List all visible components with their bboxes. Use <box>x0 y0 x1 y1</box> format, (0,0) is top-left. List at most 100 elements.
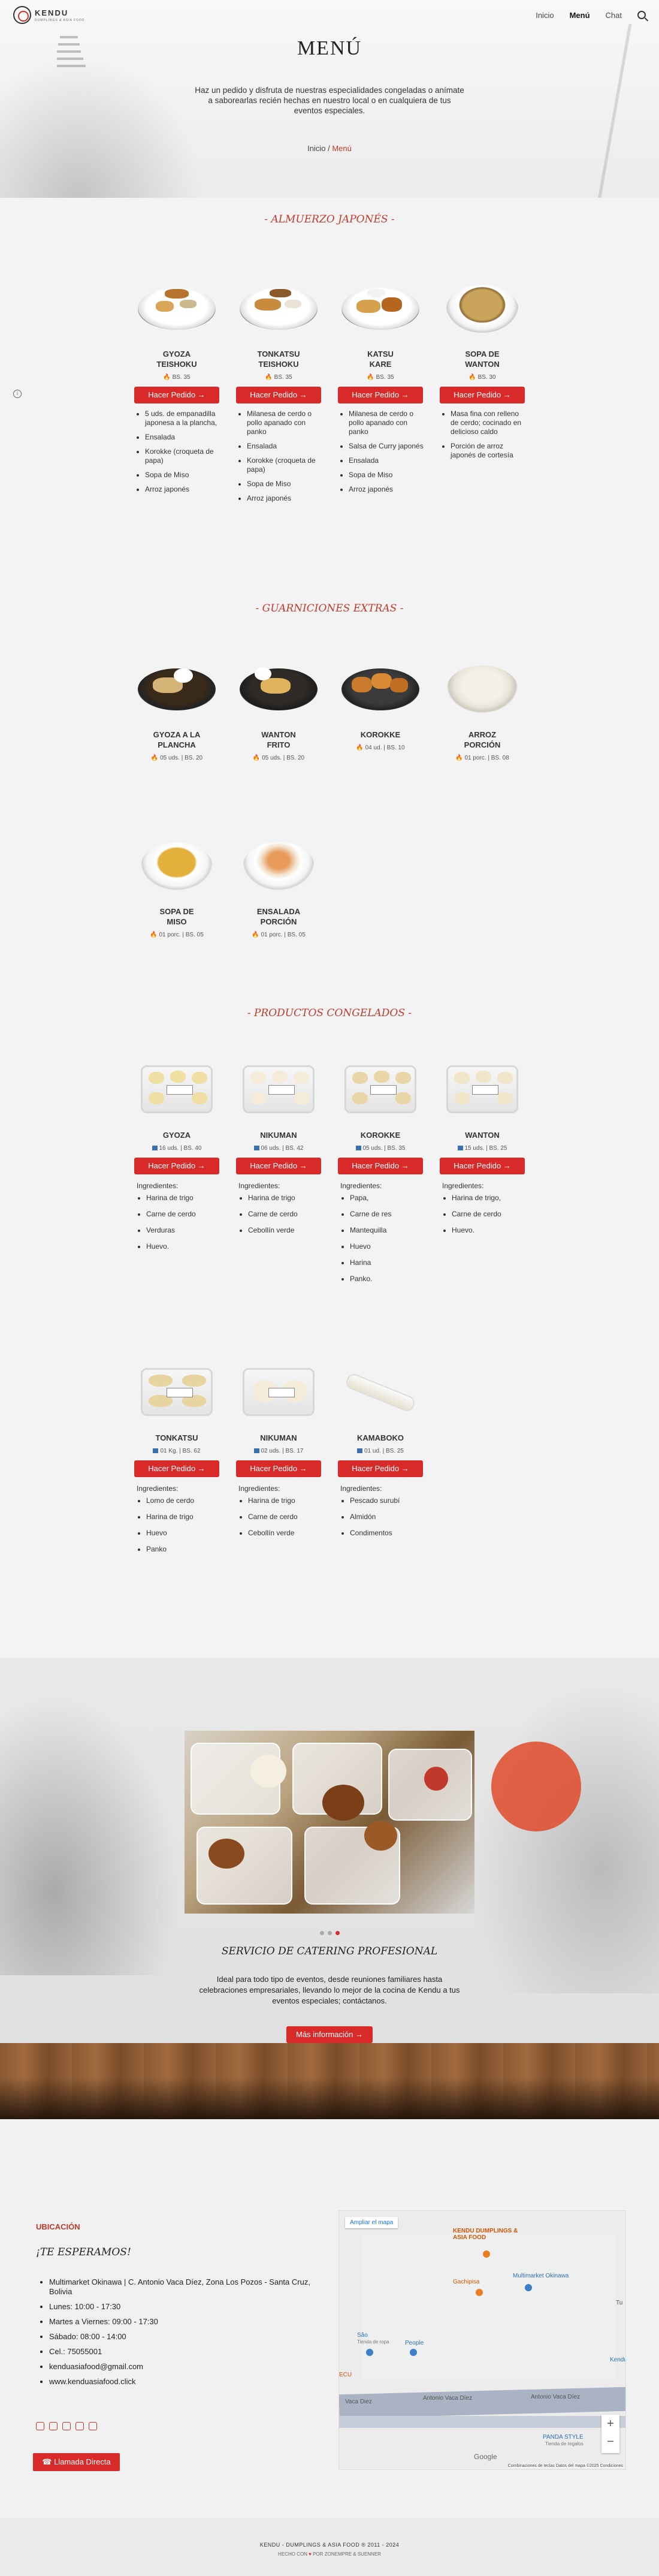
ingredients-list: Lomo de cerdo Harina de trigo Huevo Pank… <box>132 1496 222 1553</box>
order-button[interactable]: Hacer Pedido → <box>440 1158 525 1174</box>
dish-name-line2: TEISHOKU <box>258 360 299 369</box>
list-item: Ensalada <box>349 456 425 465</box>
map-road-label: Vaca Diez <box>345 2399 372 2405</box>
email-link[interactable]: kenduasiafood@gmail.com <box>49 2362 318 2372</box>
location-label: UBICACIÓN <box>36 2222 80 2231</box>
dish-image <box>338 656 422 716</box>
location-section: UBICACIÓN ¡TE ESPERAMOS! Multimarket Oki… <box>0 2119 659 2515</box>
list-item: Cebollín verde <box>248 1529 324 1537</box>
product-name: NIKUMAN <box>260 1131 297 1140</box>
dish-name-line2: KARE <box>369 360 392 369</box>
heart-icon: ♥ <box>309 2551 312 2557</box>
order-button[interactable]: Hacer Pedido → <box>134 1460 219 1477</box>
ingredients-list: Harina de trigo Carne de cerdo Verduras … <box>132 1194 222 1251</box>
dish-price: BS. 30 <box>477 374 496 381</box>
product-image <box>338 1361 422 1421</box>
nav-item-inicio[interactable]: Inicio <box>536 11 554 20</box>
ingredients-list: Pescado surubí Almidón Condimentos <box>335 1496 425 1537</box>
instagram-icon[interactable] <box>49 2422 58 2430</box>
more-info-button[interactable]: Más información → <box>286 2026 373 2043</box>
website-link[interactable]: www.kenduasiafood.click <box>49 2377 318 2387</box>
dish-image <box>237 656 321 716</box>
google-map[interactable]: Ampliar el mapa KENDU DUMPLINGS & ASIA F… <box>338 2210 626 2470</box>
dish-price: BS. 10 <box>386 745 405 751</box>
order-button[interactable]: Hacer Pedido → <box>134 387 219 403</box>
map-zoom-control[interactable]: + − <box>601 2415 619 2453</box>
dish-image <box>135 276 219 336</box>
product-qty: 01 Kg. <box>160 1448 178 1454</box>
menu-card-korokke: KOROKKE 🔥 04 ud. | BS. 10 <box>335 656 425 751</box>
credits-suffix[interactable]: POR ZONEMPRE & SUENNER <box>313 2551 381 2557</box>
fire-icon: 🔥 <box>150 755 159 761</box>
search-icon[interactable] <box>637 11 646 19</box>
dish-name-line2: MISO <box>167 917 187 926</box>
map-road <box>339 2387 625 2419</box>
breadcrumb-home[interactable]: Inicio <box>307 144 325 153</box>
list-item: Ensalada <box>247 442 324 451</box>
order-button[interactable]: Hacer Pedido → <box>440 387 525 403</box>
facebook-icon[interactable] <box>36 2422 44 2430</box>
order-button[interactable]: Hacer Pedido → <box>338 387 423 403</box>
list-item: Sopa de Miso <box>247 480 324 489</box>
whatsapp-icon[interactable] <box>75 2422 84 2430</box>
zoom-out-icon[interactable]: − <box>601 2433 619 2451</box>
dish-image <box>440 276 524 336</box>
expand-map-link[interactable]: Ampliar el mapa <box>345 2217 398 2228</box>
zoom-in-icon[interactable]: + <box>601 2415 619 2433</box>
order-button[interactable]: Hacer Pedido → <box>338 1460 423 1477</box>
map-place-tu: Tu <box>616 2300 623 2306</box>
contact-list: Multimarket Okinawa | C. Antonio Vaca Dí… <box>36 2277 318 2392</box>
order-button[interactable]: Hacer Pedido → <box>236 1158 321 1174</box>
slider-dot[interactable] <box>327 1931 332 1935</box>
list-item: Arroz japonés <box>145 485 222 494</box>
map-place-kendu[interactable]: KENDU DUMPLINGS & ASIA FOOD <box>453 2228 531 2241</box>
list-item: Condimentos <box>350 1529 425 1537</box>
product-image <box>237 1058 321 1118</box>
info-icon[interactable]: i <box>13 390 22 398</box>
logo-name: KENDU <box>35 8 69 17</box>
nav-item-menu[interactable]: Menú <box>570 11 590 20</box>
product-price: BS. 17 <box>285 1448 304 1454</box>
nav-item-chat[interactable]: Chat <box>606 11 622 20</box>
mail-icon[interactable] <box>89 2422 97 2430</box>
product-name: NIKUMAN <box>260 1433 297 1442</box>
slider-dot-active[interactable] <box>335 1931 340 1935</box>
product-card-nikuman-2: NIKUMAN 02 uds. | BS. 17 Hacer Pedido → … <box>234 1361 324 1545</box>
order-button[interactable]: Hacer Pedido → <box>134 1158 219 1174</box>
product-card-tonkatsu: TONKATSU 01 Kg. | BS. 62 Hacer Pedido → … <box>132 1361 222 1561</box>
order-button[interactable]: Hacer Pedido → <box>236 1460 321 1477</box>
catering-description: Ideal para todo tipo de eventos, desde r… <box>199 1975 460 2005</box>
list-item: Korokke (croqueta de papa) <box>247 456 324 474</box>
list-item: Masa fina con relleno de cerdo; cocinado… <box>451 409 527 436</box>
list-item: Huevo <box>350 1242 425 1251</box>
logo[interactable]: KENDU DUMPLINGS & ASIA FOOD <box>13 6 85 24</box>
list-item: Harina de trigo <box>146 1513 222 1521</box>
list-item: Huevo. <box>146 1242 222 1251</box>
slider-dot[interactable] <box>319 1931 324 1935</box>
list-item: Harina de trigo <box>248 1194 324 1202</box>
dish-components: Milanesa de cerdo o pollo apanado con pa… <box>335 409 425 494</box>
list-item: Sopa de Miso <box>349 471 425 480</box>
order-button[interactable]: Hacer Pedido → <box>236 387 321 403</box>
map-pin-icon <box>525 2284 532 2291</box>
breadcrumb-separator: / <box>325 144 332 153</box>
product-name: KOROKKE <box>360 1131 401 1140</box>
map-attribution[interactable]: Combinaciones de teclas Datos del mapa ©… <box>507 2464 623 2468</box>
map-place-ecu: ECU <box>339 2372 352 2378</box>
product-image <box>237 1361 321 1421</box>
catering-photo[interactable] <box>185 1731 474 1914</box>
dish-name: TONKATSU <box>257 350 300 358</box>
dish-components: Milanesa de cerdo o pollo apanado con pa… <box>234 409 324 503</box>
phone[interactable]: Cel.: 75055001 <box>49 2347 318 2357</box>
map-pin-icon[interactable] <box>483 2250 490 2258</box>
fire-icon: 🔥 <box>455 755 463 761</box>
product-card-wanton: WANTON 15 uds. | BS. 25 Hacer Pedido → I… <box>437 1058 527 1242</box>
list-item: Verduras <box>146 1226 222 1234</box>
dish-name-line2: TEISHOKU <box>156 360 197 369</box>
call-button[interactable]: ☎ Llamada Directa <box>33 2453 120 2471</box>
tiktok-icon[interactable] <box>62 2422 71 2430</box>
dish-price: BS. 20 <box>185 755 203 761</box>
product-price: BS. 42 <box>285 1145 304 1152</box>
product-name: GYOZA <box>162 1131 191 1140</box>
order-button[interactable]: Hacer Pedido → <box>338 1158 423 1174</box>
